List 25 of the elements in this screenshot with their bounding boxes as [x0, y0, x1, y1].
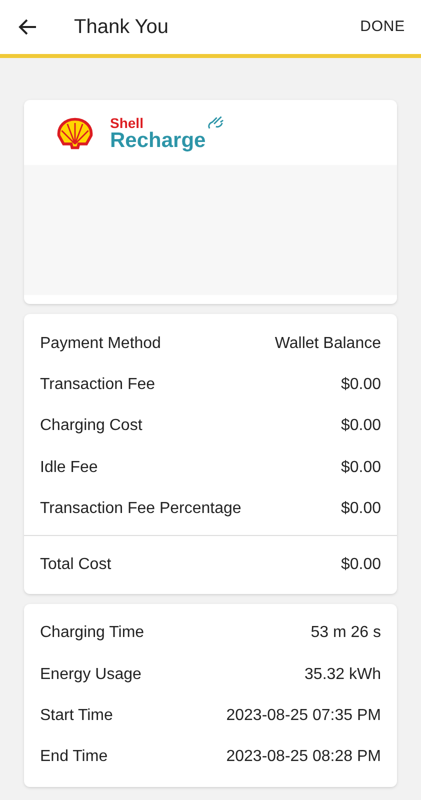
detail-value: $0.00 — [340, 416, 381, 436]
detail-value: 2023-08-25 08:28 PM — [226, 747, 381, 768]
done-button[interactable]: DONE — [360, 16, 405, 38]
detail-label: Transaction Fee Percentage — [40, 498, 242, 519]
detail-value: $0.00 — [340, 498, 381, 519]
detail-value: $0.00 — [340, 458, 381, 478]
detail-label: Charging Time — [40, 623, 144, 644]
screen-title: Thank You — [74, 15, 170, 40]
detail-label: Payment Method — [40, 334, 161, 354]
logo-brand-text: Shell — [110, 116, 144, 130]
detail-label: Energy Usage — [40, 664, 142, 685]
detail-value: $0.00 — [340, 374, 381, 395]
detail-label: Total Cost — [40, 555, 112, 576]
detail-label: End Time — [40, 747, 108, 768]
detail-label: Transaction Fee — [40, 374, 156, 395]
detail-value: Wallet Balance — [274, 334, 381, 354]
shell-logo-icon — [56, 117, 94, 150]
detail-label: Start Time — [40, 706, 113, 726]
detail-value: 35.32 kWh — [304, 664, 381, 685]
detail-value: 53 m 26 s — [310, 623, 381, 644]
detail-value: 2023-08-25 07:35 PM — [226, 706, 381, 726]
detail-value: $0.00 — [340, 555, 381, 576]
detail-label: Charging Cost — [40, 416, 142, 436]
detail-label: Idle Fee — [40, 458, 98, 478]
logo-product-text: Recharge — [110, 130, 206, 151]
